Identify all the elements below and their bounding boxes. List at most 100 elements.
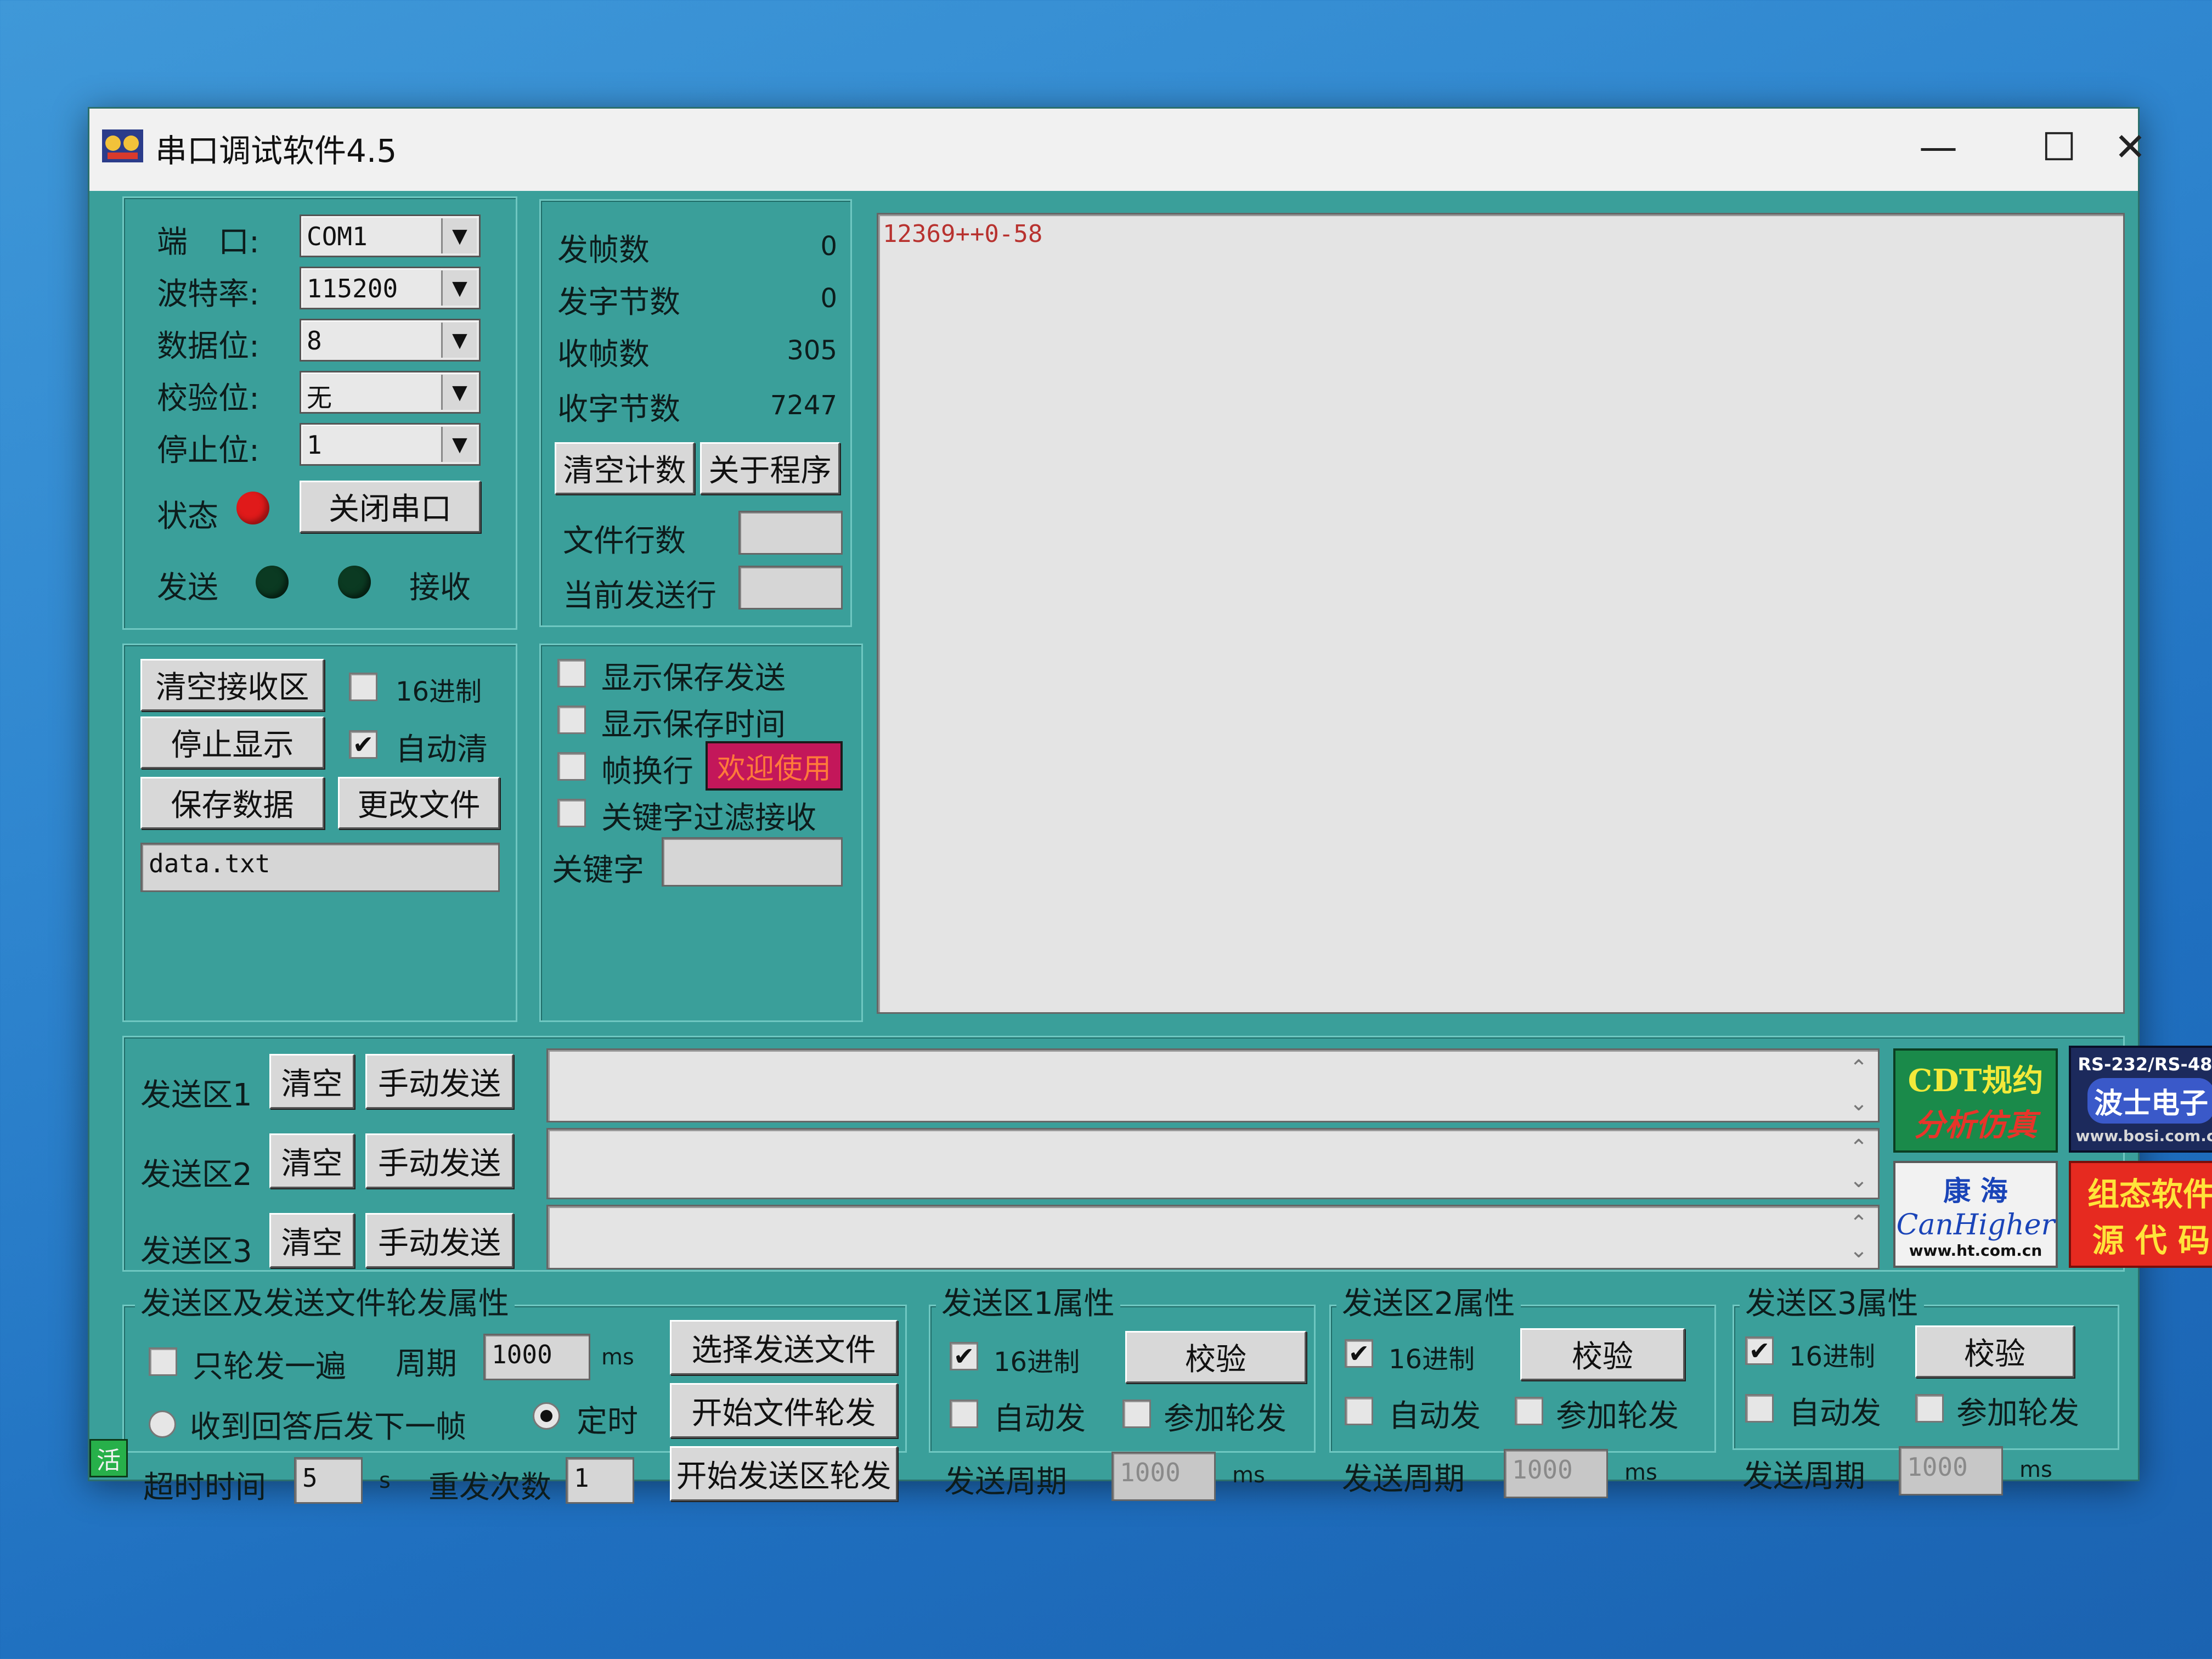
start-area-rotation-button[interactable]: 开始发送区轮发: [670, 1446, 898, 1501]
send-area-2-clear-button[interactable]: 清空: [269, 1133, 354, 1188]
send-area-1-send-button[interactable]: 手动发送: [365, 1054, 514, 1109]
send-area-1-input[interactable]: ⌃ ⌄: [546, 1048, 1880, 1122]
databits-value: 8: [307, 326, 322, 356]
current-line-label: 当前发送行: [563, 578, 716, 614]
chevron-up-icon[interactable]: ⌃: [1849, 1056, 1868, 1081]
area2-props-group: 发送区2属性 ✔ 16进制 校验 自动发 参加轮发 发送周期 1000 ms: [1329, 1279, 1716, 1498]
send-area-1-clear-button[interactable]: 清空: [269, 1054, 354, 1109]
show-save-time-checkbox[interactable]: [557, 706, 586, 734]
send-area-3-input[interactable]: ⌃ ⌄: [546, 1205, 1880, 1269]
area1-hex-checkbox[interactable]: ✔: [950, 1342, 978, 1370]
title-bar[interactable]: 串口调试软件4.5 — ☐ ✕: [89, 109, 2147, 191]
chevron-down-icon[interactable]: ⌄: [1849, 1167, 1868, 1193]
minimize-button[interactable]: —: [1883, 114, 1993, 180]
maximize-button[interactable]: ☐: [2004, 114, 2114, 180]
keyword-input[interactable]: [662, 837, 843, 887]
rotation-group-title: 发送区及发送文件轮发属性: [135, 1279, 515, 1323]
area3-auto-send-checkbox[interactable]: [1745, 1394, 1774, 1423]
chevron-up-icon[interactable]: ⌃: [1849, 1211, 1868, 1236]
kanghai-ad-banner[interactable]: 康 海 CanHigher www.ht.com.cn: [1893, 1161, 2058, 1268]
retry-input[interactable]: 1: [566, 1457, 634, 1504]
period-input[interactable]: 1000: [483, 1334, 590, 1380]
save-data-button[interactable]: 保存数据: [140, 777, 324, 829]
keyword-filter-checkbox[interactable]: [557, 799, 586, 827]
area2-auto-send-checkbox[interactable]: [1345, 1397, 1373, 1425]
show-save-send-checkbox[interactable]: [557, 659, 586, 687]
send-area-2-send-button[interactable]: 手动发送: [365, 1133, 514, 1188]
area1-period-unit: ms: [1232, 1463, 1265, 1488]
area2-period-label: 发送周期: [1342, 1462, 1465, 1497]
filename-value: data.txt: [149, 849, 270, 878]
baud-select[interactable]: 115200 ▼: [300, 267, 481, 309]
area2-check-button[interactable]: 校验: [1520, 1328, 1685, 1380]
stop-display-button[interactable]: 停止显示: [140, 716, 324, 769]
select-send-file-button[interactable]: 选择发送文件: [670, 1320, 898, 1375]
period-value: 1000: [492, 1340, 552, 1369]
about-button[interactable]: 关于程序: [700, 442, 840, 494]
show-save-time-label: 显示保存时间: [601, 707, 786, 743]
chevron-down-icon[interactable]: ⌄: [1849, 1091, 1868, 1116]
active-status-icon: 活: [89, 1439, 128, 1477]
clear-count-button[interactable]: 清空计数: [555, 442, 695, 494]
start-file-rotation-button[interactable]: 开始文件轮发: [670, 1383, 898, 1438]
clear-receive-button[interactable]: 清空接收区: [140, 659, 324, 711]
port-select[interactable]: COM1 ▼: [300, 215, 481, 257]
timed-radio[interactable]: [533, 1402, 560, 1430]
send-area-3-send-button[interactable]: 手动发送: [365, 1213, 514, 1268]
area3-check-button[interactable]: 校验: [1915, 1325, 2074, 1378]
parity-label: 校验位:: [157, 381, 259, 416]
databits-select[interactable]: 8 ▼: [300, 319, 481, 362]
area1-period-input[interactable]: 1000: [1111, 1452, 1216, 1501]
stopbits-select[interactable]: 1 ▼: [300, 423, 481, 466]
area3-hex-checkbox[interactable]: ✔: [1745, 1336, 1774, 1365]
chevron-down-icon[interactable]: ▼: [441, 427, 477, 462]
chevron-up-icon[interactable]: ⌃: [1849, 1135, 1868, 1160]
bosi-ad-banner[interactable]: RS-232/RS-485 波士电子 www.bosi.com.cn: [2069, 1046, 2212, 1153]
scrollbar[interactable]: ⌃ ⌄: [1845, 1135, 1872, 1193]
chevron-down-icon[interactable]: ▼: [441, 270, 477, 306]
window-title: 串口调试软件4.5: [155, 132, 397, 170]
area2-period-unit: ms: [1624, 1460, 1657, 1485]
recv-bytes-value: 7247: [770, 390, 837, 421]
keyword-filter-label: 关键字过滤接收: [601, 800, 816, 836]
chevron-down-icon[interactable]: ▼: [441, 375, 477, 410]
chevron-down-icon[interactable]: ▼: [441, 323, 477, 358]
send-area-3-clear-button[interactable]: 清空: [269, 1213, 354, 1268]
change-file-button[interactable]: 更改文件: [338, 777, 500, 829]
parity-select[interactable]: 无 ▼: [300, 371, 481, 414]
frame-newline-checkbox[interactable]: [557, 752, 586, 781]
send-led-icon: [256, 566, 289, 599]
send-frames-value: 0: [820, 231, 837, 262]
area1-check-button[interactable]: 校验: [1125, 1331, 1306, 1383]
area2-period-value: 1000: [1512, 1455, 1573, 1485]
area3-period-input[interactable]: 1000: [1899, 1446, 2003, 1496]
period-label: 周期: [396, 1346, 457, 1382]
reply-next-radio[interactable]: [149, 1410, 176, 1438]
send-area-2-input[interactable]: ⌃ ⌄: [546, 1128, 1880, 1199]
cdt-ad-banner[interactable]: CDT规约 分析仿真: [1893, 1048, 2058, 1153]
area1-join-rotation-checkbox[interactable]: [1122, 1400, 1151, 1428]
area3-period-value: 1000: [1907, 1452, 1968, 1482]
chevron-down-icon[interactable]: ⌄: [1849, 1238, 1868, 1263]
area2-period-input[interactable]: 1000: [1504, 1449, 1608, 1498]
zutai-ad-banner[interactable]: 组态软件 源 代 码: [2069, 1161, 2212, 1268]
bosi-ad-line2: 波士电子: [2087, 1077, 2212, 1124]
port-label: 端 口:: [157, 224, 259, 260]
scrollbar[interactable]: ⌃ ⌄: [1845, 1211, 1872, 1263]
scrollbar[interactable]: ⌃ ⌄: [1845, 1056, 1872, 1116]
close-button[interactable]: ✕: [2114, 114, 2147, 180]
hex-display-checkbox[interactable]: [349, 673, 377, 701]
receive-display[interactable]: 12369++0-58: [877, 213, 2125, 1014]
area1-period-value: 1000: [1120, 1458, 1181, 1487]
area2-join-rotation-checkbox[interactable]: [1515, 1397, 1543, 1425]
auto-clear-checkbox[interactable]: ✔: [349, 730, 377, 759]
current-line-field: [738, 566, 843, 610]
filename-field[interactable]: data.txt: [140, 843, 500, 892]
area1-auto-send-checkbox[interactable]: [950, 1400, 978, 1428]
area2-hex-checkbox[interactable]: ✔: [1345, 1339, 1373, 1368]
area3-join-rotation-checkbox[interactable]: [1915, 1394, 1944, 1423]
timeout-input[interactable]: 5: [294, 1457, 363, 1504]
rotate-once-checkbox[interactable]: [149, 1347, 177, 1376]
chevron-down-icon[interactable]: ▼: [441, 218, 477, 253]
close-port-button[interactable]: 关闭串口: [300, 481, 481, 533]
